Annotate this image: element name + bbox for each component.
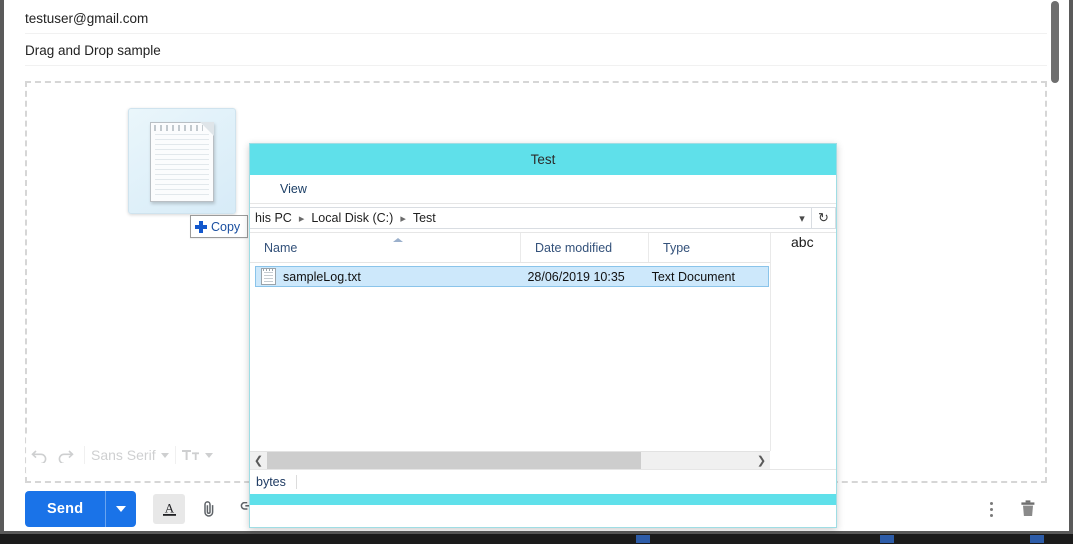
window-right-edge bbox=[1069, 0, 1073, 531]
taskbar-strip bbox=[0, 534, 1073, 544]
column-header-date-modified[interactable]: Date modified bbox=[520, 233, 648, 262]
chevron-down-icon[interactable]: ▾ bbox=[793, 212, 811, 225]
send-button-group[interactable]: Send bbox=[25, 491, 137, 527]
formatting-options-button[interactable]: A bbox=[153, 494, 186, 524]
taskbar-item-3[interactable] bbox=[1030, 535, 1044, 543]
document-lines bbox=[155, 134, 209, 197]
browser-window: testuser@gmail.com Drag and Drop sample bbox=[0, 0, 1073, 544]
file-explorer-window: Test View his PC ▸ Local Disk (C:) ▸ Tes… bbox=[249, 143, 837, 528]
tab-view[interactable]: View bbox=[280, 182, 307, 196]
kebab-dot-1 bbox=[989, 501, 993, 505]
explorer-status-bar: bytes bbox=[250, 469, 836, 494]
chevron-right-icon[interactable]: ❯ bbox=[753, 452, 770, 469]
discard-draft-button[interactable] bbox=[1012, 494, 1044, 524]
svg-text:A: A bbox=[165, 501, 175, 516]
attach-file-button[interactable] bbox=[193, 494, 225, 524]
breadcrumb-item-1[interactable]: Local Disk (C:) bbox=[311, 211, 393, 225]
recipient-field[interactable]: testuser@gmail.com bbox=[25, 4, 1047, 34]
taskbar-item-2[interactable] bbox=[880, 535, 894, 543]
drag-ghost-image bbox=[128, 108, 236, 214]
subject-value: Drag and Drop sample bbox=[25, 42, 161, 58]
send-button[interactable]: Send bbox=[25, 491, 105, 527]
send-options-button[interactable] bbox=[106, 491, 136, 527]
table-row[interactable]: sampleLog.txt 28/06/2019 10:35 Text Docu… bbox=[255, 266, 769, 287]
file-type: Text Document bbox=[651, 269, 735, 284]
explorer-title: Test bbox=[530, 152, 556, 167]
drag-copy-badge: Copy bbox=[190, 215, 249, 238]
column-header-date-label: Date modified bbox=[535, 240, 613, 255]
drag-copy-label: Copy bbox=[211, 219, 241, 234]
plus-icon bbox=[195, 220, 207, 233]
column-header-name-label: Name bbox=[264, 240, 298, 255]
status-divider bbox=[295, 475, 297, 489]
more-options-button[interactable] bbox=[978, 494, 1004, 524]
attach-file-icon bbox=[204, 501, 214, 517]
explorer-footer-bar bbox=[250, 494, 836, 505]
desktop-taskbar bbox=[0, 534, 1073, 544]
subject-field[interactable]: Drag and Drop sample bbox=[25, 35, 1047, 66]
column-header-type[interactable]: Type bbox=[648, 233, 768, 262]
document-spiral bbox=[154, 125, 203, 131]
explorer-ribbon: View bbox=[250, 175, 836, 204]
file-name: sampleLog.txt bbox=[283, 269, 361, 284]
explorer-address-bar: his PC ▸ Local Disk (C:) ▸ Test ▾ ↻ bbox=[250, 204, 836, 233]
column-header-name[interactable]: Name bbox=[250, 233, 520, 262]
refresh-icon[interactable]: ↻ bbox=[812, 207, 836, 229]
scrollbar-thumb[interactable] bbox=[267, 452, 641, 469]
caret-down-icon bbox=[116, 506, 127, 512]
breadcrumb[interactable]: his PC ▸ Local Disk (C:) ▸ Test ▾ bbox=[250, 207, 812, 229]
explorer-horizontal-scrollbar[interactable]: ❮ ❯ bbox=[250, 451, 770, 469]
kebab-dot-3 bbox=[989, 513, 993, 517]
page-scrollbar-thumb[interactable] bbox=[1051, 1, 1059, 83]
column-header-type-label: Type bbox=[663, 240, 691, 255]
file-date-modified: 28/06/2019 10:35 bbox=[527, 269, 625, 284]
text-file-icon bbox=[261, 268, 276, 285]
column-headers: Name Date modified Type bbox=[250, 233, 770, 263]
explorer-side-pane: abc bbox=[771, 233, 836, 451]
breadcrumb-separator-0: ▸ bbox=[298, 212, 305, 225]
explorer-title-bar[interactable]: Test bbox=[250, 144, 836, 175]
taskbar-item-1[interactable] bbox=[636, 535, 650, 543]
breadcrumb-item-0[interactable]: his PC bbox=[255, 211, 292, 225]
breadcrumb-item-2[interactable]: Test bbox=[413, 211, 436, 225]
document-fold bbox=[200, 122, 214, 136]
recipient-value: testuser@gmail.com bbox=[25, 11, 149, 26]
formatting-options-icon: A bbox=[162, 501, 176, 516]
status-text: bytes bbox=[256, 475, 286, 489]
breadcrumb-separator-1: ▸ bbox=[400, 212, 406, 225]
chevron-left-icon[interactable]: ❮ bbox=[250, 452, 267, 469]
trash-icon bbox=[1021, 500, 1035, 516]
explorer-file-list: Name Date modified Type sampleLog.txt 28… bbox=[250, 233, 771, 451]
side-pane-label: abc bbox=[791, 234, 814, 250]
text-document-icon bbox=[150, 122, 214, 202]
explorer-body: Name Date modified Type sampleLog.txt 28… bbox=[250, 233, 836, 451]
scrollbar-track[interactable] bbox=[267, 452, 753, 469]
page-scrollbar[interactable] bbox=[1050, 0, 1059, 531]
kebab-dot-2 bbox=[989, 507, 993, 511]
sort-ascending-icon bbox=[393, 238, 403, 242]
